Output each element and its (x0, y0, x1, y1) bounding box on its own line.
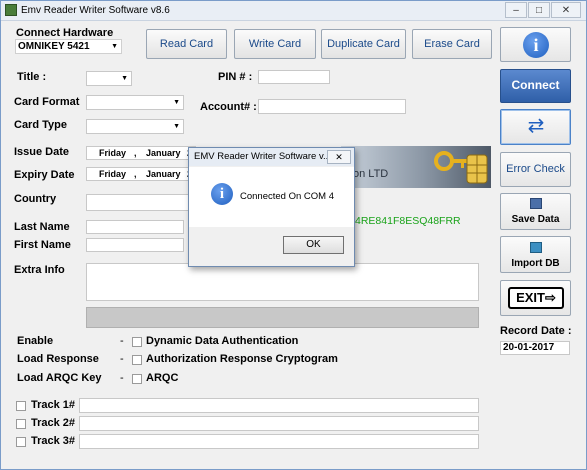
error-check-button[interactable]: Error Check (500, 152, 571, 187)
title-bar: Emv Reader Writer Software v8.6 – □ ✕ (1, 1, 586, 21)
write-card-button[interactable]: Write Card (234, 29, 316, 59)
connect-button[interactable]: Connect (500, 69, 571, 103)
dda-checkbox[interactable] (132, 337, 142, 347)
import-db-label: Import DB (511, 258, 560, 269)
extra-info-label: Extra Info (14, 264, 65, 276)
dialog-body: i Connected On COM 4 (189, 167, 354, 227)
card-format-label: Card Format (14, 96, 80, 108)
last-name-input[interactable] (86, 220, 184, 234)
maximize-button[interactable]: □ (528, 2, 550, 18)
save-icon (530, 198, 542, 209)
load-arqc-key-label: Load ARQC Key (17, 372, 102, 384)
issue-date-month: January (146, 148, 181, 158)
chevron-down-icon: ▼ (173, 123, 180, 130)
expiry-date-picker[interactable]: Friday , January 2 (86, 167, 196, 181)
load-response-label: Load Response (17, 353, 99, 365)
key-chip-icon (434, 151, 488, 184)
country-label: Country (14, 193, 57, 205)
expiry-date-day: Friday (99, 169, 127, 179)
track2-input[interactable] (79, 416, 479, 431)
track3-input[interactable] (79, 434, 479, 449)
hardware-select[interactable]: OMNIKEY 5421 ▼ (15, 39, 122, 54)
import-db-icon (530, 242, 542, 253)
dda-label: Dynamic Data Authentication (146, 335, 299, 347)
exit-icon: EXIT⇨ (508, 287, 564, 309)
dialog-message: Connected On COM 4 (240, 191, 334, 202)
expiry-date-month: January (146, 169, 181, 179)
extra-info-textarea[interactable] (86, 263, 479, 301)
track3-checkbox[interactable] (16, 437, 26, 447)
dash: - (120, 372, 124, 384)
card-type-label: Card Type (14, 119, 67, 131)
minimize-button[interactable]: – (505, 2, 527, 18)
dash: - (120, 335, 124, 347)
first-name-input[interactable] (86, 238, 184, 252)
last-name-label: Last Name (14, 221, 70, 233)
connect-hardware-label: Connect Hardware (16, 27, 114, 39)
duplicate-card-button[interactable]: Duplicate Card (321, 29, 406, 59)
track3-label: Track 3# (31, 435, 76, 447)
card-format-select[interactable]: ▼ (86, 95, 184, 110)
issue-date-day: Friday (99, 148, 127, 158)
import-db-button[interactable]: Import DB (500, 236, 571, 273)
window-close-button[interactable]: ✕ (551, 2, 581, 18)
track2-label: Track 2# (31, 417, 76, 429)
app-icon (5, 4, 17, 16)
dialog-info-icon: i (211, 183, 233, 205)
chevron-down-icon: ▼ (111, 43, 118, 50)
message-dialog: EMV Reader Writer Software v... ✕ i Conn… (188, 147, 355, 267)
usb-button[interactable]: ⇄ (500, 109, 571, 145)
country-input[interactable] (86, 194, 196, 211)
account-label: Account# : (200, 101, 257, 113)
erase-card-button[interactable]: Erase Card (412, 29, 492, 59)
save-data-label: Save Data (511, 214, 560, 225)
account-input[interactable] (258, 99, 406, 114)
issue-date-sep: , (134, 148, 137, 158)
track1-input[interactable] (79, 398, 479, 413)
progress-bar (86, 307, 479, 328)
exit-button[interactable]: EXIT⇨ (500, 280, 571, 316)
expiry-date-sep: , (134, 169, 137, 179)
exit-label: EXIT (516, 290, 545, 305)
issue-date-picker[interactable]: Friday , January 2 (86, 146, 196, 160)
close-icon[interactable]: ✕ (327, 150, 351, 164)
chevron-down-icon: ▼ (173, 99, 180, 106)
arc-checkbox[interactable] (132, 355, 142, 365)
save-data-button[interactable]: Save Data (500, 193, 571, 230)
hardware-select-value: OMNIKEY 5421 (18, 41, 90, 52)
enable-label: Enable (17, 335, 54, 347)
pin-input[interactable] (258, 70, 330, 84)
hex-key-text: 4RE841F8ESQ48FRR (355, 215, 461, 227)
banner-text: on LTD (353, 168, 389, 180)
info-button[interactable]: i (500, 27, 571, 62)
title-label: Title : (17, 71, 47, 83)
window-title: Emv Reader Writer Software v8.6 (21, 5, 170, 16)
chevron-down-icon: ▼ (121, 75, 128, 82)
arqc-checkbox[interactable] (132, 374, 142, 384)
read-card-button[interactable]: Read Card (146, 29, 227, 59)
track1-label: Track 1# (31, 399, 76, 411)
first-name-label: First Name (14, 239, 71, 251)
pin-label: PIN # : (218, 71, 253, 83)
arc-label: Authorization Response Cryptogram (146, 353, 338, 365)
arqc-label: ARQC (146, 372, 179, 384)
expiry-date-label: Expiry Date (14, 169, 75, 181)
track1-checkbox[interactable] (16, 401, 26, 411)
ok-button[interactable]: OK (283, 236, 344, 254)
banner-image: on LTD (341, 146, 491, 188)
usb-icon: ⇄ (527, 115, 545, 137)
track2-checkbox[interactable] (16, 419, 26, 429)
record-date-label: Record Date : (500, 325, 572, 337)
card-type-select[interactable]: ▼ (86, 119, 184, 134)
info-icon: i (523, 32, 549, 58)
record-date-value: 20-01-2017 (500, 341, 570, 355)
issue-date-label: Issue Date (14, 146, 70, 158)
title-select[interactable]: ▼ (86, 71, 132, 86)
dash: - (120, 353, 124, 365)
